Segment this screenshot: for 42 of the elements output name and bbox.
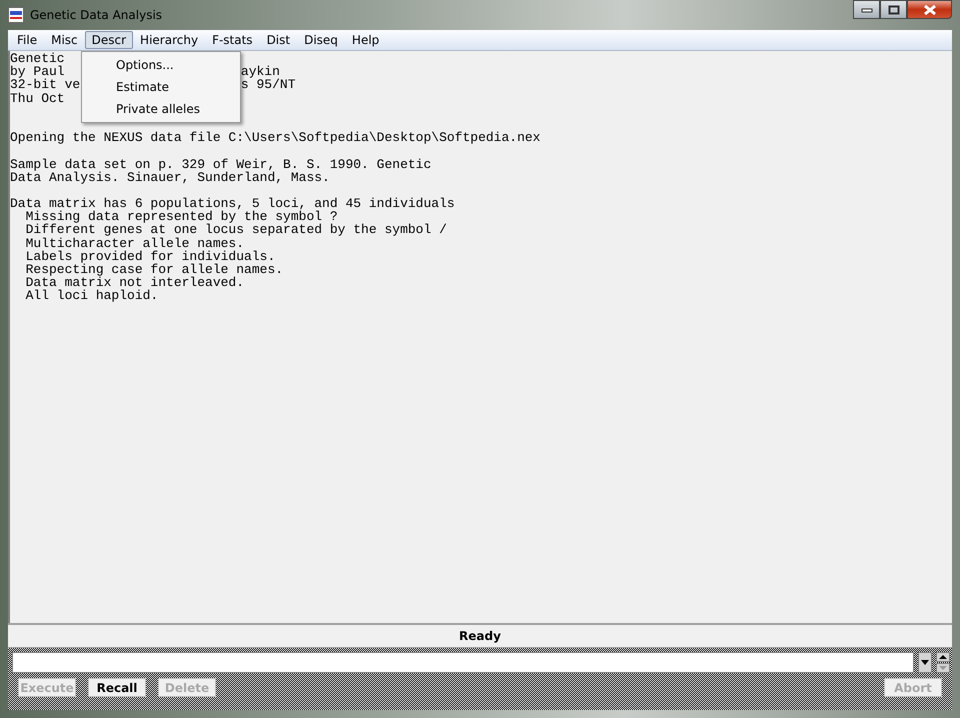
output-text: Labels provided for individuals.	[24, 250, 276, 264]
menu-item[interactable]: Misc	[44, 31, 85, 49]
menu-item[interactable]: F-stats	[205, 31, 260, 49]
dropdown-button[interactable]	[918, 652, 932, 673]
close-button[interactable]	[907, 0, 952, 19]
output-text: Data matrix has 6 populations, 5 loci, and 45 individuals	[10, 197, 455, 210]
output-text: by Paul	[10, 65, 65, 78]
minimize-button[interactable]	[853, 0, 880, 19]
output-text: aykin	[240, 65, 280, 78]
status-text: Ready	[459, 629, 501, 643]
window-title: Genetic Data Analysis	[30, 8, 162, 22]
menu-item[interactable]: Dist	[260, 31, 298, 49]
menu-item[interactable]: Descr	[84, 31, 134, 49]
app-icon	[8, 7, 24, 23]
menu-option[interactable]: Estimate	[84, 76, 238, 98]
minimize-icon	[860, 6, 872, 12]
output-text: All loci haploid.	[24, 289, 158, 303]
output-text: Data matrix not interleaved.	[24, 276, 244, 290]
up-arrow-icon[interactable]	[936, 652, 950, 662]
output-text: Thu Oct	[10, 92, 65, 105]
output-text: Respecting case for allele names.	[24, 263, 284, 276]
menu-item[interactable]: Hierarchy	[133, 31, 206, 49]
output-text: Missing data represented by the symbol ?	[24, 210, 338, 224]
menu-option[interactable]: Options...	[84, 54, 238, 76]
output-text: Sample data set on p. 329 of Weir, B. S. 1990. Genetic	[10, 158, 432, 171]
output-text: Multicharacter allele names.	[24, 236, 244, 250]
output-text: Different genes at one locus separated by the symbol /	[24, 223, 447, 237]
menu-option[interactable]: Private alleles	[84, 98, 238, 120]
menu-item[interactable]: Help	[344, 31, 386, 49]
menu-item[interactable]: Diseq	[297, 31, 345, 49]
output-text: Data Analysis. Sinauer, Sunderland, Mass.	[10, 170, 330, 184]
maximize-icon	[888, 4, 900, 14]
menu-item[interactable]: File	[10, 31, 44, 49]
command-field[interactable]	[12, 652, 914, 673]
output-text: 32-bit ve	[10, 78, 80, 92]
output-text: Genetic	[10, 52, 65, 66]
caret-icon	[921, 660, 929, 665]
close-icon	[922, 4, 936, 14]
output-text: Opening the NEXUS data file C:\Users\Softpedia\Desktop\Softpedia.nex	[10, 131, 540, 144]
maximize-button[interactable]	[880, 0, 907, 19]
command-button[interactable]: Recall	[88, 678, 146, 697]
output-text: s 95/NT	[240, 78, 296, 92]
